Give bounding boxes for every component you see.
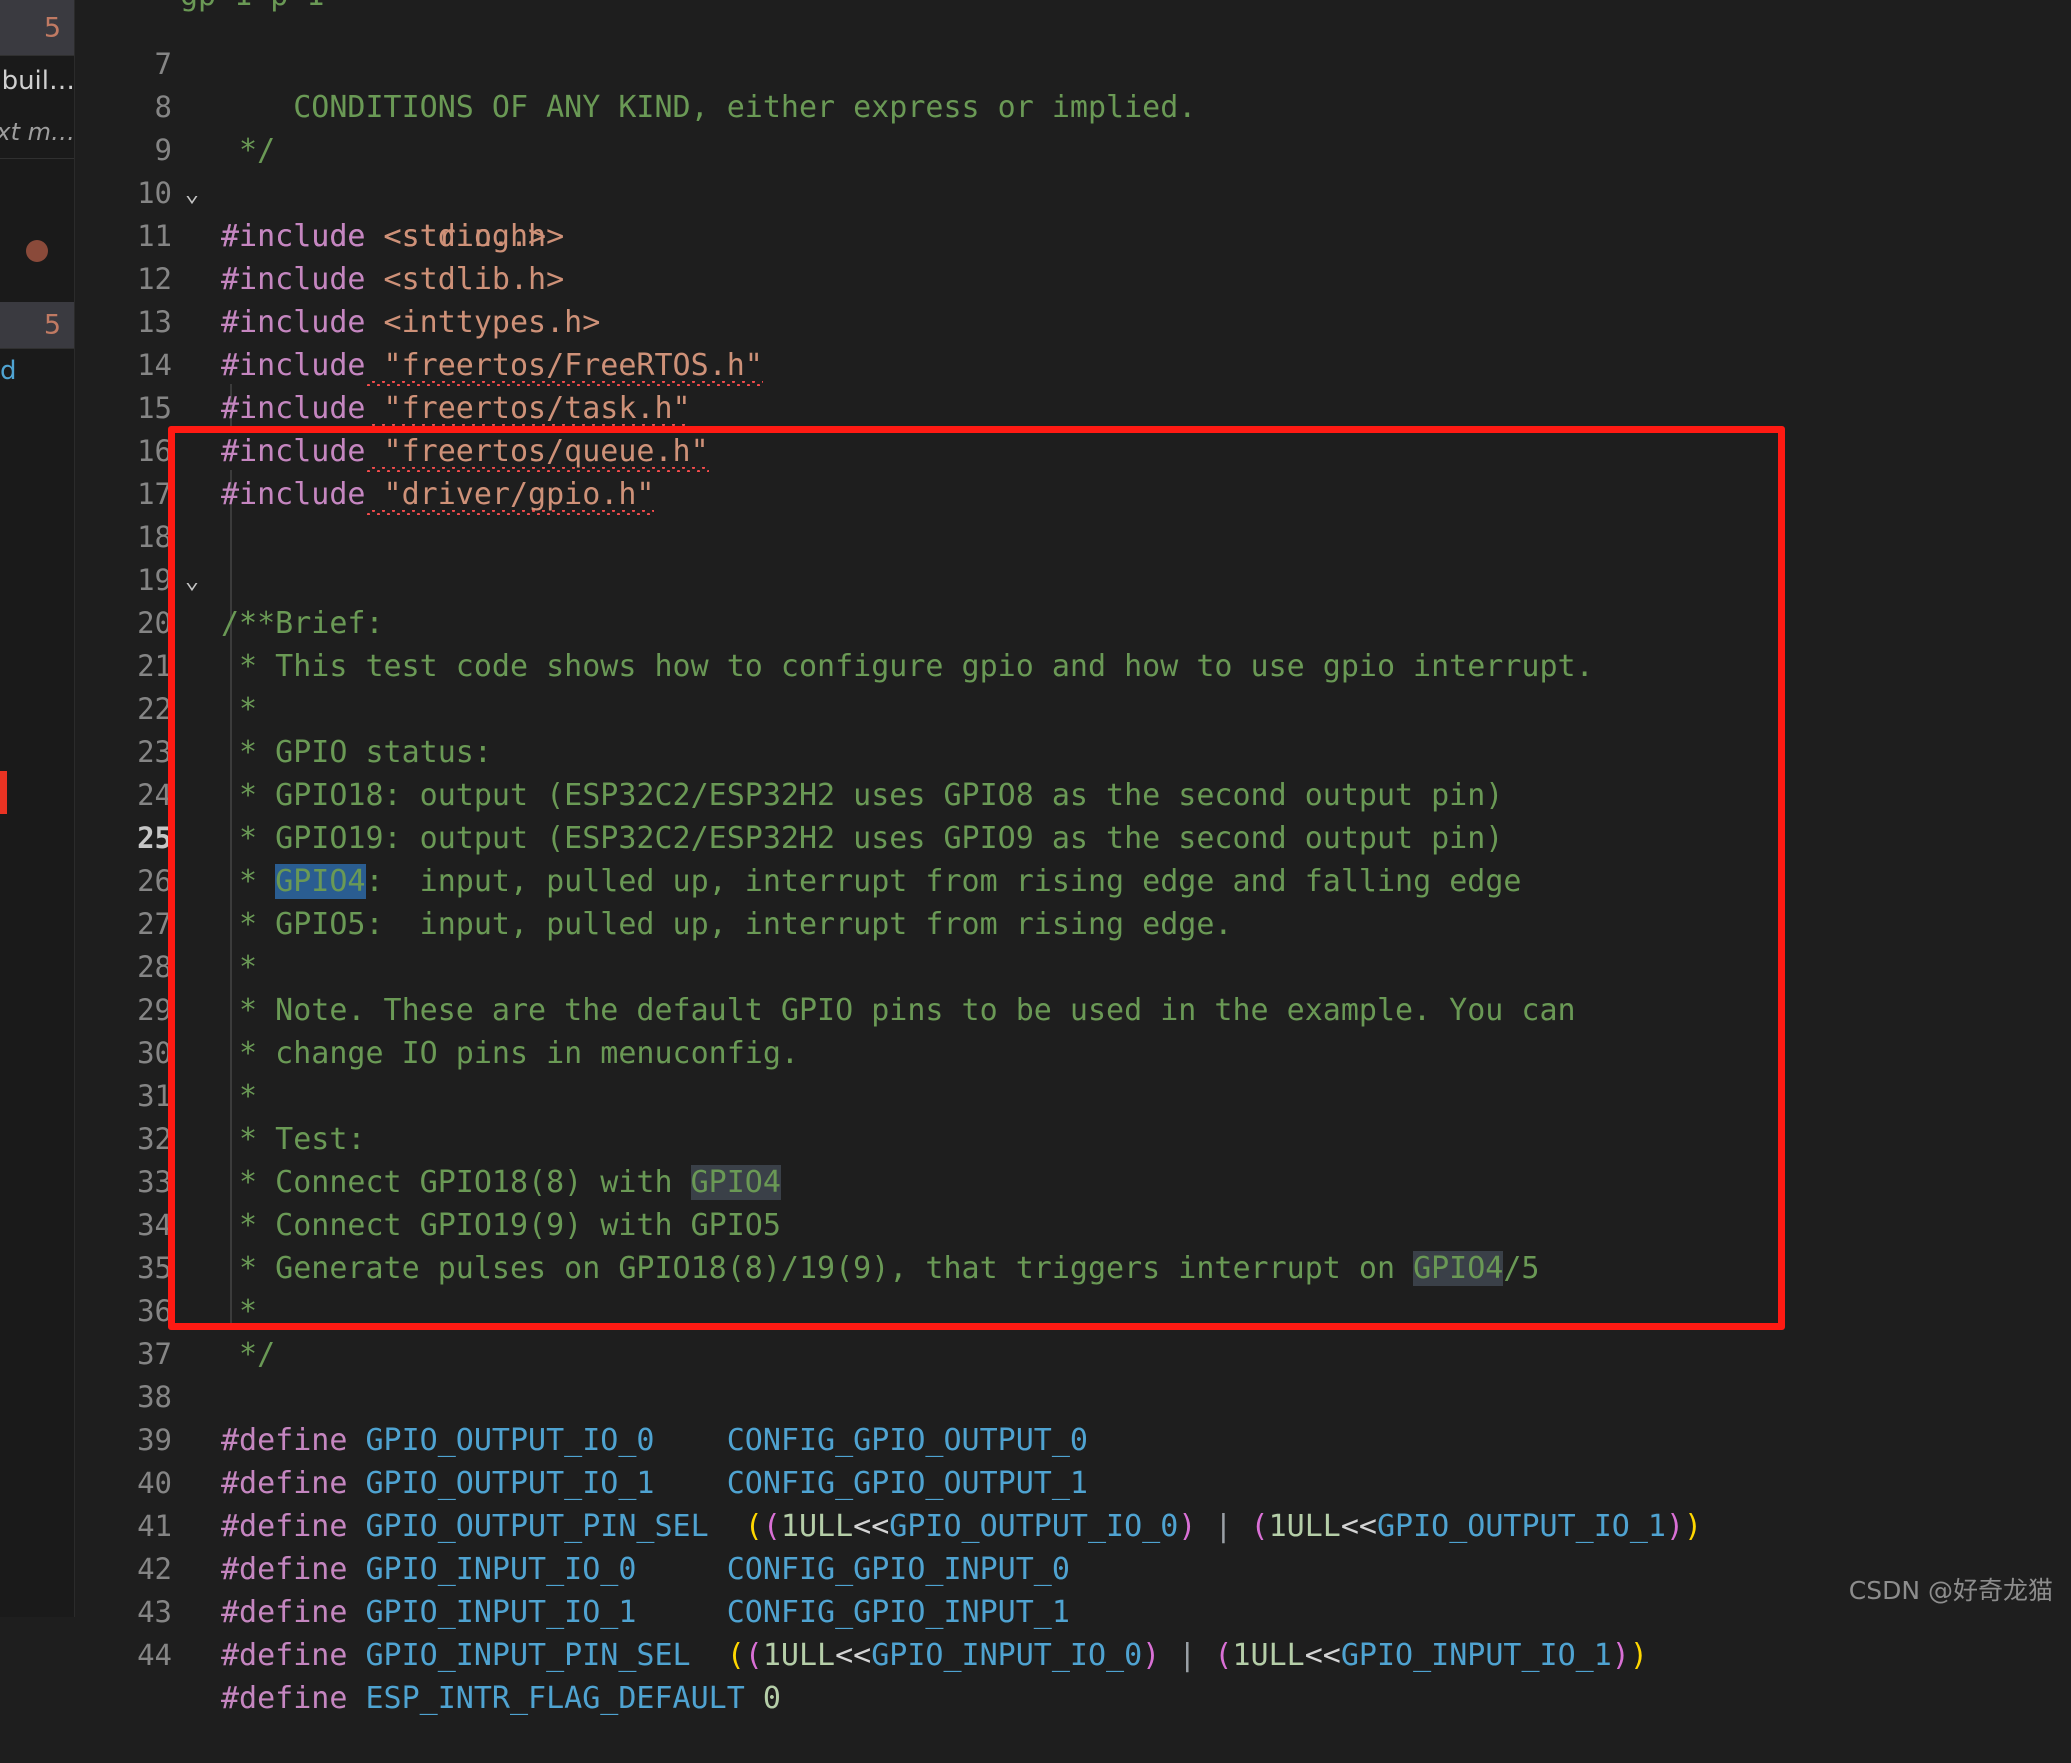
code-line-44[interactable]: 44 #define ESP_INTR_FLAG_DEFAULT 0: [75, 1591, 2071, 1716]
bracket-close-1: ): [1629, 1638, 1648, 1673]
left-side-panel[interactable]: 5 buil… xt m… 5 d: [0, 0, 75, 1617]
code-line-39[interactable]: 39 #define GPIO_OUTPUT_IO_1 CONFIG_GPIO_…: [75, 1376, 2071, 1501]
current-line-marker: [0, 771, 7, 814]
code-line-22[interactable]: 22 * GPIO status:: [75, 645, 2071, 770]
left-panel-label-build: buil…: [1, 66, 75, 96]
code-line-34[interactable]: 34 * Generate pulses on GPIO18(8)/19(9),…: [75, 1161, 2071, 1286]
code-line-7[interactable]: 7 CONDITIONS OF ANY KIND, either express…: [75, 0, 2071, 125]
macro-name: GPIO_INPUT_PIN_SEL: [347, 1638, 727, 1673]
code-line-31[interactable]: 31 * Test:: [75, 1032, 2071, 1157]
code-editor[interactable]: gp 1 p 1 7 CONDITIONS OF ANY KIND, eithe…: [75, 0, 2071, 1716]
line-number: 44: [137, 1638, 172, 1672]
code-line-14[interactable]: 14 #include "freertos/task.h": [75, 301, 2071, 426]
problem-count-badge: 5: [43, 12, 61, 43]
code-line-24[interactable]: 24 * GPIO19: output (ESP32C2/ESP32H2 use…: [75, 731, 2071, 856]
code-line-28[interactable]: 28 * Note. These are the default GPIO pi…: [75, 903, 2071, 1028]
left-panel-row-build[interactable]: buil…: [0, 55, 75, 107]
code-line-23[interactable]: 23 * GPIO18: output (ESP32C2/ESP32H2 use…: [75, 688, 2071, 813]
left-panel-row-count-bottom[interactable]: 5: [0, 302, 74, 348]
number-token: 1ULL: [762, 1638, 836, 1673]
code-line-21[interactable]: 21 *: [75, 602, 2071, 727]
code-line-43[interactable]: 43 #define GPIO_INPUT_PIN_SEL ((1ULL<<GP…: [75, 1548, 2071, 1673]
left-panel-label-tail: d: [0, 356, 17, 386]
code-line-19[interactable]: 19 * Brief:: [75, 516, 2071, 641]
left-panel-row-text[interactable]: xt m…: [0, 107, 75, 157]
bracket-open-1: (: [726, 1638, 745, 1673]
code-line-27[interactable]: 27 *: [75, 860, 2071, 985]
bracket-open-2: (: [744, 1638, 763, 1673]
line-content: #define ESP_INTR_FLAG_DEFAULT 0: [221, 1677, 781, 1720]
macro-ref-1: GPIO_INPUT_IO_0: [871, 1638, 1143, 1673]
code-line-8[interactable]: 8 */: [75, 43, 2071, 168]
code-line-40[interactable]: 40 #define GPIO_OUTPUT_PIN_SEL ((1ULL<<G…: [75, 1419, 2071, 1544]
problem-count-badge-2: 5: [43, 309, 61, 341]
code-line-9[interactable]: 9 ⌄ #include <stdio.h>: [75, 86, 2071, 254]
code-line-15[interactable]: 15 #include "freertos/queue.h": [75, 344, 2071, 469]
breakpoint-dot-icon[interactable]: [26, 240, 48, 262]
macro-ref-2: GPIO_INPUT_IO_1: [1340, 1638, 1612, 1673]
code-line-13[interactable]: 13 #include "freertos/FreeRTOS.h": [75, 258, 2071, 383]
left-panel-label-text: xt m…: [0, 118, 75, 146]
left-panel-divider-2: [0, 158, 74, 159]
bracket-close-3: ): [1611, 1638, 1630, 1673]
left-panel-row-count-top[interactable]: 5: [0, 0, 74, 55]
bracket-close-2: ): [1142, 1638, 1161, 1673]
line-content: #define GPIO_INPUT_PIN_SEL ((1ULL<<GPIO_…: [221, 1634, 1648, 1677]
code-line-42[interactable]: 42 #define GPIO_INPUT_IO_1 CONFIG_GPIO_I…: [75, 1505, 2071, 1630]
code-line-29[interactable]: 29 * change IO pins in menuconfig.: [75, 946, 2071, 1071]
bracket-open-3: (: [1214, 1638, 1233, 1673]
watermark: CSDN @好奇龙猫: [1848, 1576, 2053, 1605]
number-token-2: 1ULL: [1232, 1638, 1305, 1673]
code-line-26[interactable]: 26 * GPIO5: input, pulled up, interrupt …: [75, 817, 2071, 942]
define-keyword: #define: [221, 1681, 348, 1716]
code-line-38[interactable]: 38 #define GPIO_OUTPUT_IO_0 CONFIG_GPIO_…: [75, 1333, 2071, 1458]
code-line-37[interactable]: 37: [75, 1290, 2071, 1371]
define-keyword: #define: [221, 1638, 348, 1673]
macro-name: ESP_INTR_FLAG_DEFAULT: [347, 1681, 763, 1716]
code-line-41[interactable]: 41 #define GPIO_INPUT_IO_0 CONFIG_GPIO_I…: [75, 1462, 2071, 1587]
code-line-32[interactable]: 32 * Connect GPIO18(8) with GPIO4: [75, 1075, 2071, 1200]
or-operator: |: [1160, 1638, 1215, 1673]
code-line-35[interactable]: 35 *: [75, 1204, 2071, 1329]
code-line-36[interactable]: 36 */: [75, 1247, 2071, 1372]
code-line-17[interactable]: 17: [75, 430, 2071, 511]
code-line-11[interactable]: 11 #include <stdlib.h>: [75, 172, 2071, 297]
shift-operator: <<: [835, 1638, 872, 1673]
shift-operator-2: <<: [1304, 1638, 1341, 1673]
code-line-20[interactable]: 20 * This test code shows how to configu…: [75, 559, 2071, 684]
left-panel-row-tail[interactable]: d: [0, 348, 74, 394]
code-line-33[interactable]: 33 * Connect GPIO19(9) with GPIO5: [75, 1118, 2071, 1243]
code-line-10[interactable]: 10 #include <string.h>: [75, 129, 2071, 254]
macro-value: 0: [762, 1681, 781, 1716]
code-line-25[interactable]: 25 * GPIO4: input, pulled up, interrupt …: [75, 774, 2071, 899]
code-line-16[interactable]: 16 #include "driver/gpio.h": [75, 387, 2071, 512]
code-line-12[interactable]: 12 #include <inttypes.h>: [75, 215, 2071, 340]
code-line-18[interactable]: 18 ⌄ /**: [75, 473, 2071, 641]
code-line-30[interactable]: 30 *: [75, 989, 2071, 1114]
